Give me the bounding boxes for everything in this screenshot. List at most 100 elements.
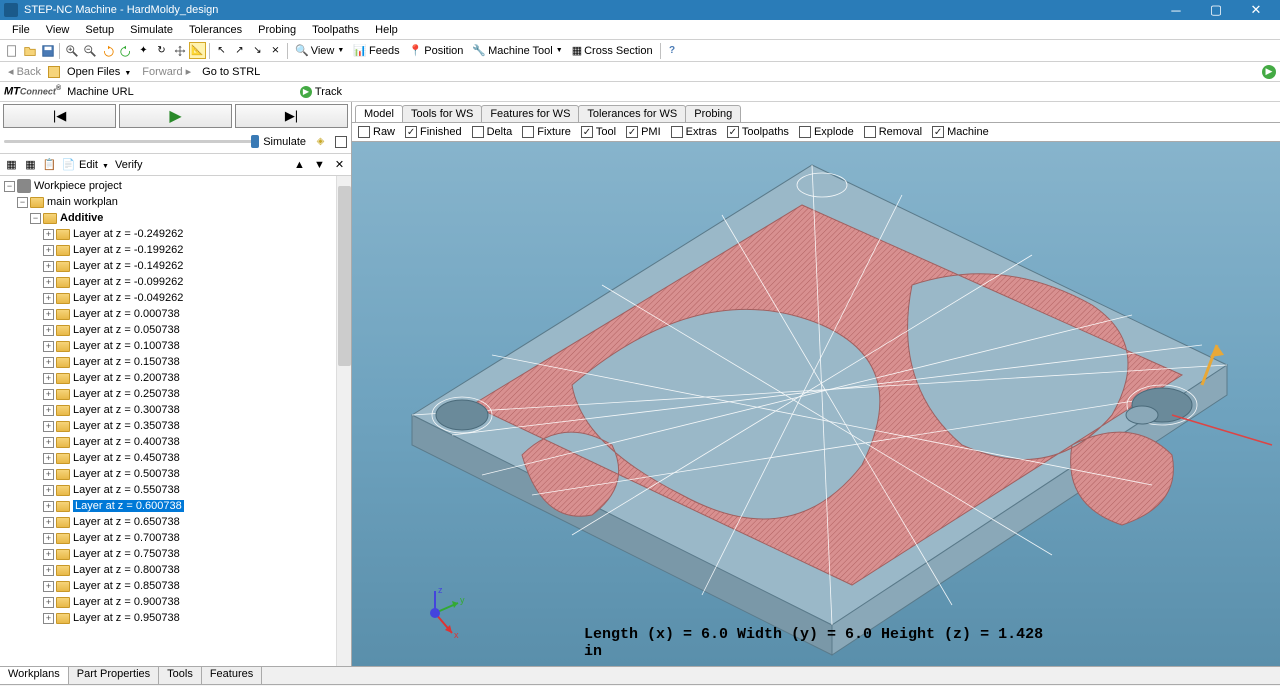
- tree-item[interactable]: +Layer at z = 0.400738: [0, 434, 351, 450]
- tree-down-icon[interactable]: ▼: [311, 156, 328, 173]
- tree-expander-icon[interactable]: +: [43, 613, 54, 624]
- nav-icon-1[interactable]: ✦: [135, 42, 152, 59]
- check-explode[interactable]: Explode: [799, 126, 854, 138]
- tree-item[interactable]: +Layer at z = 0.550738: [0, 482, 351, 498]
- sim-end-button[interactable]: ▶|: [235, 104, 348, 128]
- check-raw[interactable]: Raw: [358, 126, 395, 138]
- tree-item[interactable]: +Layer at z = 0.150738: [0, 354, 351, 370]
- play-indicator-icon[interactable]: ▶: [1262, 65, 1276, 79]
- tree-item[interactable]: +Layer at z = -0.249262: [0, 226, 351, 242]
- tree-item[interactable]: −main workplan: [0, 194, 351, 210]
- check-extras[interactable]: Extras: [671, 126, 717, 138]
- tree-expander-icon[interactable]: +: [43, 405, 54, 416]
- check-finished[interactable]: ✓Finished: [405, 126, 462, 138]
- arrow-icon-3[interactable]: ↘: [249, 42, 266, 59]
- tree-expander-icon[interactable]: +: [43, 453, 54, 464]
- tab-features-ws[interactable]: Features for WS: [481, 105, 579, 122]
- tree-item[interactable]: +Layer at z = 0.700738: [0, 530, 351, 546]
- btab-part-properties[interactable]: Part Properties: [69, 667, 159, 684]
- tree-item[interactable]: +Layer at z = 0.500738: [0, 466, 351, 482]
- tree-icon-2[interactable]: ▦: [22, 156, 39, 173]
- btab-workplans[interactable]: Workplans: [0, 667, 69, 684]
- tree-expander-icon[interactable]: +: [43, 277, 54, 288]
- tree-icon-4[interactable]: 📄: [60, 156, 77, 173]
- nav-goto-strl[interactable]: Go to STRL: [198, 65, 264, 79]
- tree-item[interactable]: +Layer at z = 0.000738: [0, 306, 351, 322]
- nav-open-files[interactable]: Open Files ▼: [63, 65, 135, 79]
- tree-expander-icon[interactable]: +: [43, 437, 54, 448]
- btab-features[interactable]: Features: [202, 667, 262, 684]
- tree-expander-icon[interactable]: +: [43, 533, 54, 544]
- tree-item[interactable]: +Layer at z = 0.900738: [0, 594, 351, 610]
- check-machine[interactable]: ✓Machine: [932, 126, 989, 138]
- tab-tools-ws[interactable]: Tools for WS: [402, 105, 482, 122]
- tree-close-icon[interactable]: ✕: [331, 156, 348, 173]
- sim-play-button[interactable]: ▶: [119, 104, 232, 128]
- check-delta[interactable]: Delta: [472, 126, 513, 138]
- tree-expander-icon[interactable]: +: [43, 421, 54, 432]
- tree-item[interactable]: +Layer at z = 0.800738: [0, 562, 351, 578]
- tree-item[interactable]: +Layer at z = 0.050738: [0, 322, 351, 338]
- tree-expander-icon[interactable]: −: [17, 197, 28, 208]
- tree-expander-icon[interactable]: +: [43, 341, 54, 352]
- pan-icon[interactable]: [171, 42, 188, 59]
- tree-item[interactable]: +Layer at z = 0.200738: [0, 370, 351, 386]
- cube-icon[interactable]: ◈: [312, 133, 329, 150]
- tree-item[interactable]: +Layer at z = 0.450738: [0, 450, 351, 466]
- save-icon[interactable]: [39, 42, 56, 59]
- menu-view[interactable]: View: [38, 22, 78, 38]
- tree-item[interactable]: +Layer at z = 0.850738: [0, 578, 351, 594]
- tree-expander-icon[interactable]: +: [43, 373, 54, 384]
- minimize-button[interactable]: ─: [1156, 0, 1196, 20]
- rotate-icon[interactable]: ↻: [153, 42, 170, 59]
- tree-item[interactable]: +Layer at z = 0.350738: [0, 418, 351, 434]
- menu-toolpaths[interactable]: Toolpaths: [304, 22, 367, 38]
- check-pmi[interactable]: ✓PMI: [626, 126, 661, 138]
- tree-expander-icon[interactable]: +: [43, 389, 54, 400]
- tree-expander-icon[interactable]: +: [43, 261, 54, 272]
- new-icon[interactable]: [3, 42, 20, 59]
- check-fixture[interactable]: Fixture: [522, 126, 571, 138]
- tree-item[interactable]: +Layer at z = -0.149262: [0, 258, 351, 274]
- tree-up-icon[interactable]: ▲: [291, 156, 308, 173]
- tree-item[interactable]: +Layer at z = 0.300738: [0, 402, 351, 418]
- check-removal[interactable]: Removal: [864, 126, 922, 138]
- menu-help[interactable]: Help: [367, 22, 406, 38]
- tree-expander-icon[interactable]: +: [43, 565, 54, 576]
- tab-tolerances-ws[interactable]: Tolerances for WS: [578, 105, 686, 122]
- tree-expander-icon[interactable]: +: [43, 581, 54, 592]
- tree-icon-1[interactable]: ▦: [3, 156, 20, 173]
- tree-expander-icon[interactable]: +: [43, 357, 54, 368]
- zoom-in-icon[interactable]: [63, 42, 80, 59]
- check-toolpaths[interactable]: ✓Toolpaths: [727, 126, 789, 138]
- tree-expander-icon[interactable]: +: [43, 549, 54, 560]
- tree-item[interactable]: −Additive: [0, 210, 351, 226]
- nav-forward[interactable]: Forward ▸: [138, 64, 195, 79]
- speed-slider[interactable]: [4, 140, 257, 143]
- tab-model[interactable]: Model: [355, 105, 403, 122]
- maximize-button[interactable]: ▢: [1196, 0, 1236, 20]
- tree-item[interactable]: +Layer at z = 0.750738: [0, 546, 351, 562]
- menu-tolerances[interactable]: Tolerances: [181, 22, 250, 38]
- tree-expander-icon[interactable]: −: [30, 213, 41, 224]
- tree-item[interactable]: +Layer at z = 0.100738: [0, 338, 351, 354]
- machine-tool-dropdown[interactable]: 🔧Machine Tool▼: [468, 44, 566, 57]
- tab-probing[interactable]: Probing: [685, 105, 741, 122]
- cross-section-button[interactable]: ▦Cross Section: [568, 44, 657, 57]
- tree-item[interactable]: −Workpiece project: [0, 178, 351, 194]
- nav-back[interactable]: ◂ Back: [4, 64, 45, 79]
- zoom-out-icon[interactable]: [81, 42, 98, 59]
- tree-icon-3[interactable]: 📋: [41, 156, 58, 173]
- tree-expander-icon[interactable]: +: [43, 309, 54, 320]
- feeds-button[interactable]: 📊Feeds: [349, 44, 403, 57]
- tree-expander-icon[interactable]: +: [43, 485, 54, 496]
- redo-icon[interactable]: [117, 42, 134, 59]
- tree-expander-icon[interactable]: +: [43, 517, 54, 528]
- tree-item[interactable]: +Layer at z = -0.199262: [0, 242, 351, 258]
- menu-probing[interactable]: Probing: [250, 22, 304, 38]
- measure-icon[interactable]: 📐: [189, 42, 206, 59]
- arrow-icon-1[interactable]: ↖: [213, 42, 230, 59]
- position-button[interactable]: 📍Position: [405, 44, 468, 57]
- menu-simulate[interactable]: Simulate: [122, 22, 181, 38]
- help-icon[interactable]: ?: [664, 42, 681, 59]
